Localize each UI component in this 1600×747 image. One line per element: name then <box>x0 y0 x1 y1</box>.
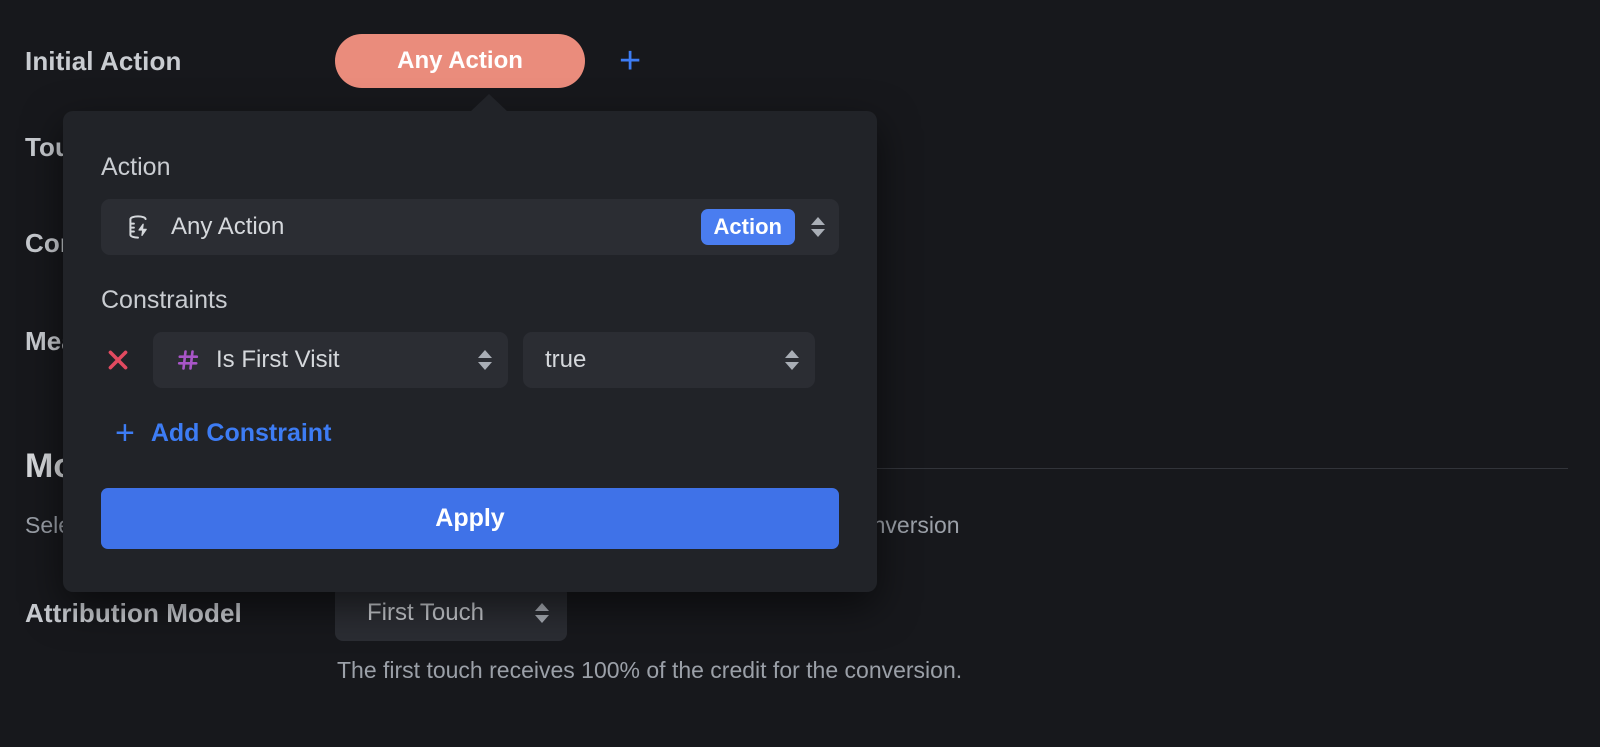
constraints-section-label: Constraints <box>101 286 228 314</box>
initial-action-label: Initial Action <box>25 45 182 76</box>
action-bolt-icon <box>123 212 153 242</box>
add-constraint-label: Add Constraint <box>150 418 332 447</box>
constraint-row: Is First Visit true <box>101 332 839 388</box>
action-select[interactable]: Any Action Action <box>101 199 839 255</box>
initial-action-row: Initial Action Any Action + <box>25 34 641 88</box>
attribution-model-label: Attribution Model <box>25 597 242 628</box>
attribution-model-value: First Touch <box>367 599 484 626</box>
popover-arrow <box>470 94 508 112</box>
attribution-model-select[interactable]: First Touch <box>335 585 567 641</box>
action-editor-popover: Action Any Action Action Constraints Is … <box>63 94 877 592</box>
add-action-plus-icon[interactable]: + <box>619 42 641 80</box>
add-constraint-button[interactable]: + Add Constraint <box>101 416 331 450</box>
section-divider <box>874 468 1568 469</box>
initial-action-pill[interactable]: Any Action <box>335 34 585 88</box>
action-name-value: Any Action <box>171 213 285 240</box>
chevron-updown-icon <box>535 603 549 623</box>
attribution-helper-text: The first touch receives 100% of the cre… <box>337 657 963 683</box>
constraint-field-select[interactable]: Is First Visit <box>153 332 508 388</box>
remove-constraint-close-icon[interactable] <box>101 343 135 377</box>
apply-button[interactable]: Apply <box>101 488 839 549</box>
chevron-updown-icon <box>811 217 825 237</box>
constraint-value-value: true <box>545 346 587 373</box>
hash-icon <box>175 347 201 373</box>
plus-icon: + <box>115 414 135 452</box>
chevron-updown-icon <box>478 350 492 370</box>
constraint-value-select[interactable]: true <box>523 332 815 388</box>
action-type-badge: Action <box>700 209 795 245</box>
constraint-field-value: Is First Visit <box>216 346 340 373</box>
action-section-label: Action <box>101 153 171 181</box>
attribution-model-row: Attribution Model First Touch <box>25 585 567 641</box>
chevron-updown-icon <box>785 350 799 370</box>
